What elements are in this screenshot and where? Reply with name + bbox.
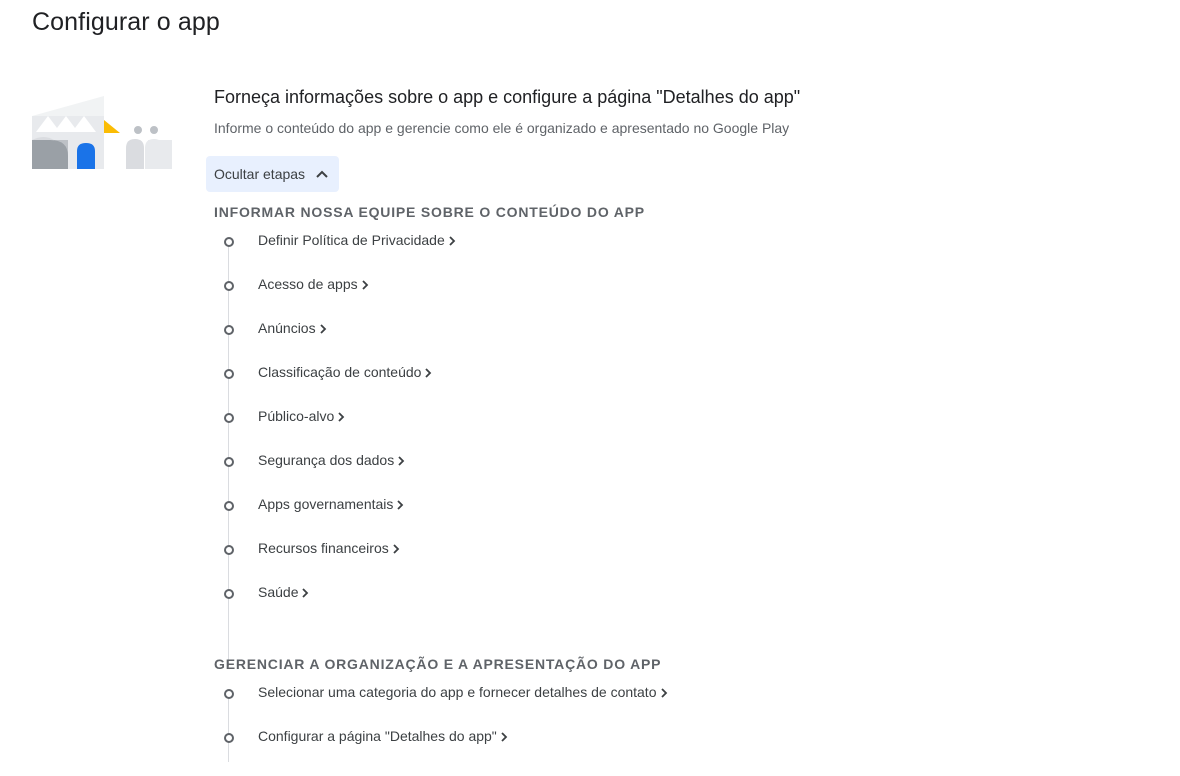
step-status-icon [224,733,234,743]
step-status-icon [224,281,234,291]
step-link[interactable]: Anúncios [258,319,327,337]
step-status-icon [224,689,234,699]
step-group-presentation: GERENCIAR A ORGANIZAÇÃO E A APRESENTAÇÃO… [214,654,1114,762]
step-link[interactable]: Configurar a página "Detalhes do app" [258,727,508,745]
group-title: GERENCIAR A ORGANIZAÇÃO E A APRESENTAÇÃO… [214,656,662,672]
chevron-right-icon [302,588,309,598]
chevron-right-icon [361,280,368,290]
chevron-right-icon [660,688,667,698]
step-item: Selecionar uma categoria do app e fornec… [214,672,1114,716]
chevron-right-icon [393,544,400,554]
chevron-right-icon [338,412,345,422]
setup-illustration [32,96,172,169]
chevron-right-icon [449,236,456,246]
step-item: Definir Política de Privacidade [214,220,1114,264]
step-link[interactable]: Acesso de apps [258,275,369,293]
step-status-icon [224,325,234,335]
step-item: Público-alvo [214,396,1114,440]
chevron-right-icon [425,368,432,378]
chevron-right-icon [397,500,404,510]
step-item: Configurar a página "Detalhes do app" [214,716,1114,760]
section-description: Informe o conteúdo do app e gerencie com… [214,120,790,136]
step-item: Saúde [214,572,1114,616]
step-link[interactable]: Classificação de conteúdo [258,363,432,381]
step-item: Apps governamentais [214,484,1114,528]
step-link[interactable]: Selecionar uma categoria do app e fornec… [258,683,668,701]
section-heading: Forneça informações sobre o app e config… [214,87,801,107]
step-status-icon [224,237,234,247]
step-item: Acesso de apps [214,264,1114,308]
step-status-icon [224,457,234,467]
hide-steps-button[interactable]: Ocultar etapas [206,156,340,192]
step-item: Anúncios [214,308,1114,352]
step-link[interactable]: Apps governamentais [258,495,404,513]
chevron-right-icon [398,456,405,466]
step-group-content: INFORMAR NOSSA EQUIPE SOBRE O CONTEÚDO D… [214,202,1114,666]
step-list: Selecionar uma categoria do app e fornec… [214,672,1114,762]
step-status-icon [224,545,234,555]
step-item: Segurança dos dados [214,440,1114,484]
chevron-right-icon [319,324,326,334]
step-status-icon [224,501,234,511]
step-link[interactable]: Definir Política de Privacidade [258,231,456,249]
chevron-up-icon [316,170,328,178]
step-item: Classificação de conteúdo [214,352,1114,396]
step-status-icon [224,589,234,599]
step-link[interactable]: Saúde [258,583,309,601]
step-status-icon [224,369,234,379]
step-link[interactable]: Recursos financeiros [258,539,400,557]
hide-steps-label: Ocultar etapas [214,166,306,182]
step-item: Recursos financeiros [214,528,1114,572]
page-title: Configurar o app [32,8,220,36]
step-link[interactable]: Público-alvo [258,407,345,425]
step-list: Definir Política de Privacidade Acesso d… [214,220,1114,666]
step-status-icon [224,413,234,423]
group-title: INFORMAR NOSSA EQUIPE SOBRE O CONTEÚDO D… [214,204,645,220]
main-content: Forneça informações sobre o app e config… [206,84,1154,762]
chevron-right-icon [501,732,508,742]
step-link[interactable]: Segurança dos dados [258,451,405,469]
